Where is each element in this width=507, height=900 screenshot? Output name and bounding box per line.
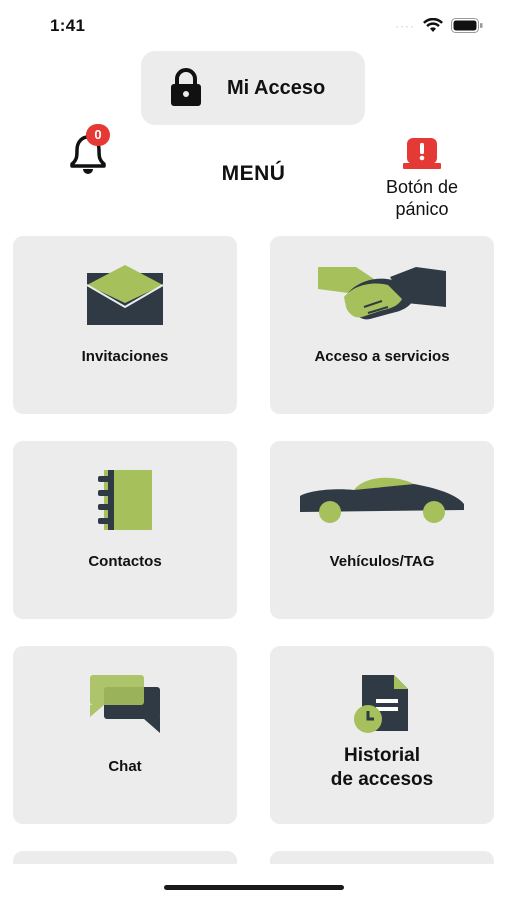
mi-acceso-label: Mi Acceso — [227, 76, 326, 99]
status-bar: 1:41 ···· — [0, 0, 507, 54]
battery-icon — [451, 18, 483, 33]
panic-button-label: Botón de pánico — [385, 177, 459, 219]
lock-icon — [171, 68, 201, 106]
vehiculos-tag-card[interactable]: Vehículos/TAG — [270, 441, 494, 619]
contactos-card[interactable]: Contactos — [13, 441, 237, 619]
chat-label: Chat — [108, 758, 142, 775]
acceso-servicios-label: Acceso a servicios — [314, 348, 450, 365]
bottom-safe-area — [0, 864, 507, 900]
notification-count-badge: 0 — [86, 124, 110, 146]
status-time: 1:41 — [50, 16, 86, 35]
acceso-servicios-card[interactable]: Acceso a servicios — [270, 236, 494, 414]
history-document-icon — [270, 660, 494, 750]
home-indicator[interactable] — [164, 885, 344, 890]
historial-accesos-card[interactable]: Historial de accesos — [270, 646, 494, 824]
envelope-icon — [13, 250, 237, 340]
invitaciones-label: Invitaciones — [81, 348, 169, 365]
chat-icon — [13, 660, 237, 750]
contactos-label: Contactos — [88, 553, 162, 570]
handshake-icon — [270, 250, 494, 340]
car-icon — [270, 455, 494, 545]
historial-accesos-label: Historial de accesos — [330, 745, 434, 790]
notebook-icon — [13, 455, 237, 545]
mi-acceso-button[interactable]: Mi Acceso — [141, 51, 365, 125]
panic-button[interactable]: Botón de pánico — [362, 136, 482, 220]
alert-icon — [403, 138, 441, 169]
signal-icon: ···· — [395, 18, 415, 33]
invitaciones-card[interactable]: Invitaciones — [13, 236, 237, 414]
vehiculos-tag-label: Vehículos/TAG — [329, 553, 435, 570]
status-icons: ···· — [395, 18, 483, 33]
wifi-icon — [423, 18, 443, 32]
chat-card[interactable]: Chat — [13, 646, 237, 824]
